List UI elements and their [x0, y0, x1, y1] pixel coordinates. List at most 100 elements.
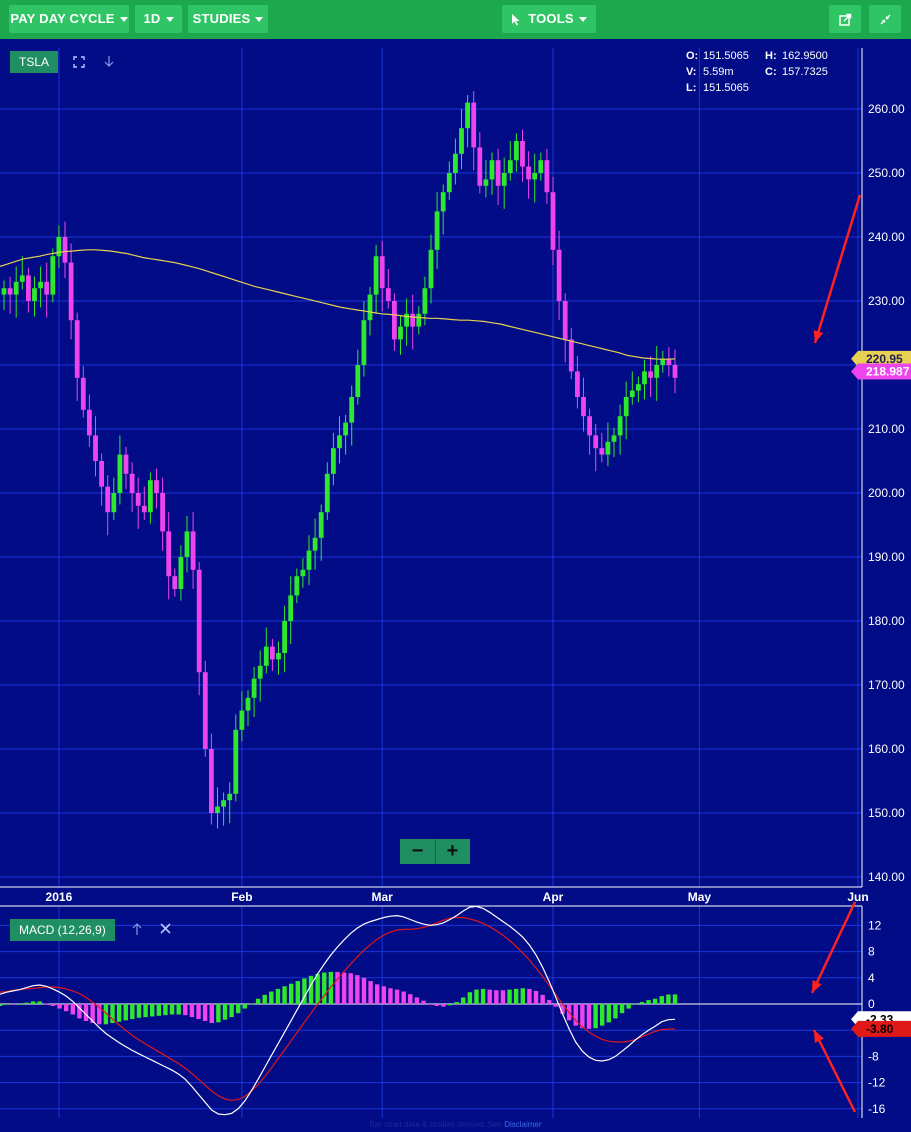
up-arrow-icon[interactable] [131, 922, 143, 936]
tools-dropdown[interactable]: TOOLS [502, 5, 596, 33]
annotation-arrow-histogram [810, 901, 857, 994]
candle-body [392, 301, 397, 340]
histogram-bar [441, 1004, 446, 1007]
histogram-bar [11, 1004, 16, 1005]
candle-body [288, 595, 294, 621]
histogram-bar [626, 1004, 631, 1009]
macd-chip[interactable]: MACD (12,26,9) [10, 919, 115, 941]
interval-dropdown[interactable]: 1D [135, 5, 182, 33]
macd-tick-label: 0 [868, 997, 875, 1011]
histogram-bar [520, 988, 525, 1004]
annotation-arrow-price [813, 194, 862, 344]
zoom-out-button[interactable]: − [400, 839, 436, 864]
histogram-bar [355, 975, 360, 1004]
candle-body [379, 256, 385, 289]
histogram-bar [63, 1004, 69, 1012]
annotation-arrows [810, 194, 862, 1113]
candle-body [355, 365, 361, 397]
histogram-bar [37, 1001, 42, 1004]
histogram-bar [189, 1004, 195, 1018]
price-tick-label: 190.00 [868, 550, 905, 564]
histogram-bar [57, 1004, 62, 1009]
candle-body [337, 435, 342, 449]
histogram-bar [70, 1004, 75, 1015]
collapse-button[interactable] [869, 5, 901, 33]
histogram-bar [414, 997, 420, 1004]
studies-dropdown[interactable]: STUDIES [188, 5, 268, 33]
price-tick-label: 240.00 [868, 230, 905, 244]
histogram-bar [646, 1000, 651, 1004]
histogram-bar [143, 1004, 148, 1018]
candle-body [239, 710, 245, 730]
candle-body [483, 179, 489, 186]
zoom-in-button[interactable]: + [435, 839, 470, 864]
candle-body [7, 288, 13, 295]
candle-body [416, 313, 422, 327]
credits-footer: Bar chart data & studies derived. See Di… [0, 1120, 911, 1129]
macd-tick-label: 8 [868, 945, 875, 959]
histogram-bar [30, 1001, 36, 1004]
candle-body [520, 141, 525, 167]
price-tick-label: 260.00 [868, 102, 905, 116]
signal-last-tag: -3.80 [851, 1020, 911, 1037]
time-tick-label: Jun [847, 890, 868, 904]
candle-body [50, 256, 56, 295]
price-tick-label: 230.00 [868, 294, 905, 308]
histogram-bar [461, 997, 466, 1004]
fullscreen-icon[interactable] [73, 56, 85, 68]
candle-body [324, 473, 330, 513]
candle-body [166, 531, 172, 577]
pay-day-cycle-dropdown[interactable]: PAY DAY CYCLE [9, 5, 129, 33]
candle-body [556, 249, 562, 301]
time-tick-label: May [688, 890, 712, 904]
candle-body [526, 166, 531, 180]
histogram-bar [447, 1004, 453, 1006]
histogram-bar [130, 1004, 135, 1020]
histogram-bar [388, 988, 393, 1004]
interval-label: 1D [143, 11, 161, 26]
candle-body [129, 473, 135, 493]
candle-body [440, 192, 446, 212]
candle-body [514, 141, 519, 161]
candle-body [32, 288, 37, 301]
candle-body [38, 281, 43, 289]
close-icon[interactable] [160, 923, 171, 934]
candle-body [471, 102, 477, 148]
histogram-bar [308, 975, 314, 1004]
candle-body [422, 288, 428, 314]
candlestick-series [1, 91, 678, 829]
histogram-bar [540, 994, 545, 1004]
histogram-bar [586, 1004, 592, 1029]
candle-body [373, 256, 379, 295]
candle-body [251, 678, 257, 698]
candle-body [87, 409, 92, 436]
candle-body [117, 454, 123, 493]
candle-body [13, 281, 19, 295]
candle-body [446, 173, 452, 193]
download-arrow-icon[interactable] [103, 55, 115, 68]
histogram-bar [467, 992, 473, 1004]
histogram-bar [236, 1004, 241, 1014]
candle-body [367, 294, 373, 321]
moving-average-line [0, 249, 676, 360]
candle-body [459, 128, 464, 154]
histogram-bar [659, 996, 664, 1004]
candle-body [80, 377, 86, 410]
candle-body [642, 371, 647, 385]
candle-body [404, 313, 409, 327]
histogram-bar [209, 1004, 214, 1023]
symbol-chip[interactable]: TSLA [10, 51, 59, 73]
top-toolbar: PAY DAY CYCLE 1D STUDIES TOOLS [0, 0, 911, 39]
share-button[interactable] [829, 5, 861, 33]
candle-body [428, 249, 434, 289]
chevron-down-icon [119, 17, 128, 23]
price-axis: 140.00 150.00 160.00 170.00 180.00 190.00 200.… [868, 102, 905, 884]
histogram-bar [176, 1004, 181, 1015]
chevron-down-icon [255, 17, 264, 23]
candle-body [74, 320, 80, 378]
candle-body [434, 211, 440, 250]
disclaimer-link[interactable]: Disclaimer [504, 1120, 541, 1129]
price-tick-label: 150.00 [868, 806, 905, 820]
studies-label: STUDIES [192, 11, 251, 26]
price-tick-label: 200.00 [868, 486, 905, 500]
